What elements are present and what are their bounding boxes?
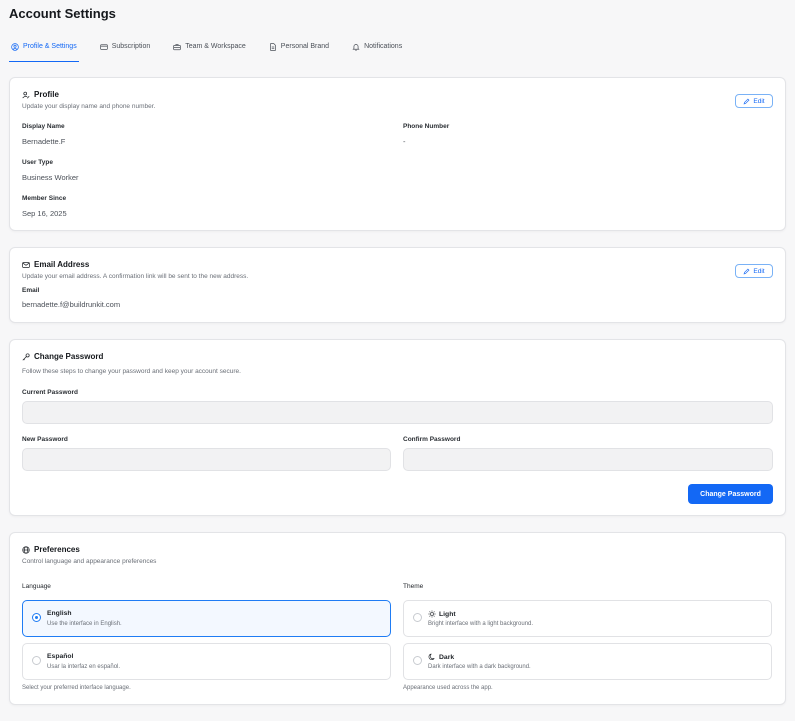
- tab-personal-brand[interactable]: Personal Brand: [267, 40, 331, 62]
- globe-icon: [22, 545, 30, 554]
- tab-label: Personal Brand: [280, 43, 330, 50]
- profile-header: Profile: [22, 90, 59, 99]
- change-password-button[interactable]: Change Password: [688, 484, 773, 504]
- language-label: Language: [22, 583, 51, 590]
- tab-label: Subscription: [111, 43, 151, 50]
- change-password-card: Change Password Follow these steps to ch…: [9, 339, 786, 516]
- tab-profile-settings[interactable]: Profile & Settings: [9, 40, 79, 62]
- theme-label: Theme: [403, 583, 424, 590]
- member-since-label: Member Since: [22, 195, 67, 202]
- preferences-card: Preferences Control language and appeara…: [9, 532, 786, 705]
- new-password-label: New Password: [22, 436, 68, 443]
- document-icon: [270, 43, 276, 51]
- current-password-label: Current Password: [22, 389, 78, 396]
- mail-icon: [22, 261, 30, 268]
- profile-edit-button[interactable]: Edit: [735, 94, 773, 108]
- pencil-icon: [744, 98, 750, 104]
- option-description: Use the interface in English.: [47, 621, 122, 627]
- password-subtitle: Follow these steps to change your passwo…: [22, 368, 241, 375]
- email-value: bernadette.f@buildrunkit.com: [22, 300, 121, 309]
- password-title: Change Password: [34, 352, 104, 361]
- new-password-input[interactable]: [22, 448, 391, 471]
- bell-icon: [352, 44, 360, 51]
- preferences-subtitle: Control language and appearance preferen…: [22, 558, 157, 565]
- confirm-password-input[interactable]: [403, 448, 773, 471]
- theme-helper: Appearance used across the app.: [403, 685, 493, 691]
- email-edit-button[interactable]: Edit: [735, 264, 773, 278]
- user-edit-icon: [22, 91, 30, 98]
- option-title-text: English: [47, 610, 72, 617]
- key-icon: [22, 352, 30, 360]
- profile-title: Profile: [34, 90, 59, 99]
- language-option-english[interactable]: English Use the interface in English.: [22, 600, 391, 637]
- option-description: Dark interface with a dark background.: [428, 664, 531, 670]
- user-circle-icon: [11, 43, 19, 51]
- option-title-text: Light: [439, 610, 456, 618]
- email-label: Email: [22, 287, 40, 294]
- phone-label: Phone Number: [403, 123, 450, 130]
- radio-button[interactable]: [32, 613, 41, 622]
- tab-label: Notifications: [364, 43, 403, 50]
- email-title: Email Address: [34, 260, 90, 269]
- edit-label: Edit: [753, 267, 765, 275]
- sun-icon: [428, 610, 436, 618]
- member-since-value: Sep 16, 2025: [22, 209, 67, 218]
- tab-subscription[interactable]: Subscription: [98, 40, 153, 62]
- tab-label: Profile & Settings: [23, 43, 77, 50]
- preferences-header: Preferences: [22, 545, 80, 554]
- account-settings-page: Account Settings Profile & Settings Subs…: [0, 0, 795, 721]
- option-title: Light: [428, 610, 456, 618]
- page-title: Account Settings: [9, 6, 116, 21]
- option-description: Bright interface with a light background…: [428, 621, 534, 627]
- display-name-label: Display Name: [22, 123, 65, 130]
- profile-card: Profile Update your display name and pho…: [9, 77, 786, 231]
- edit-label: Edit: [753, 97, 765, 105]
- radio-button[interactable]: [413, 656, 422, 665]
- briefcase-icon: [173, 44, 181, 51]
- password-header: Change Password: [22, 352, 103, 361]
- pencil-icon: [744, 268, 750, 274]
- settings-tabs: Profile & Settings Subscription Team & W…: [9, 40, 786, 62]
- theme-option-dark[interactable]: Dark Dark interface with a dark backgrou…: [403, 643, 772, 680]
- option-description: Usar la interfaz en español.: [47, 664, 121, 670]
- theme-option-light[interactable]: Light Bright interface with a light back…: [403, 600, 772, 637]
- radio-button[interactable]: [32, 656, 41, 665]
- radio-button[interactable]: [413, 613, 422, 622]
- confirm-password-label: Confirm Password: [403, 436, 461, 443]
- user-type-value: Business Worker: [22, 173, 79, 182]
- option-title: English: [47, 610, 72, 617]
- email-header: Email Address: [22, 260, 89, 269]
- preferences-title: Preferences: [34, 545, 80, 554]
- profile-subtitle: Update your display name and phone numbe…: [22, 103, 156, 110]
- display-name-value: Bernadette.F: [22, 137, 66, 146]
- option-title: Español: [47, 653, 73, 660]
- email-card: Email Address Update your email address.…: [9, 247, 786, 323]
- email-subtitle: Update your email address. A confirmatio…: [22, 273, 249, 280]
- option-title-text: Dark: [439, 653, 455, 661]
- user-type-label: User Type: [22, 159, 53, 166]
- tab-team-workspace[interactable]: Team & Workspace: [171, 40, 248, 62]
- tab-notifications[interactable]: Notifications: [350, 40, 404, 62]
- option-title-text: Español: [47, 653, 74, 660]
- language-helper: Select your preferred interface language…: [22, 685, 131, 691]
- moon-icon: [428, 653, 435, 660]
- current-password-input[interactable]: [22, 401, 773, 424]
- tab-label: Team & Workspace: [185, 43, 246, 50]
- option-title: Dark: [428, 653, 454, 661]
- phone-value: -: [403, 137, 406, 146]
- credit-card-icon: [99, 44, 108, 50]
- language-option-espanol[interactable]: Español Usar la interfaz en español.: [22, 643, 391, 680]
